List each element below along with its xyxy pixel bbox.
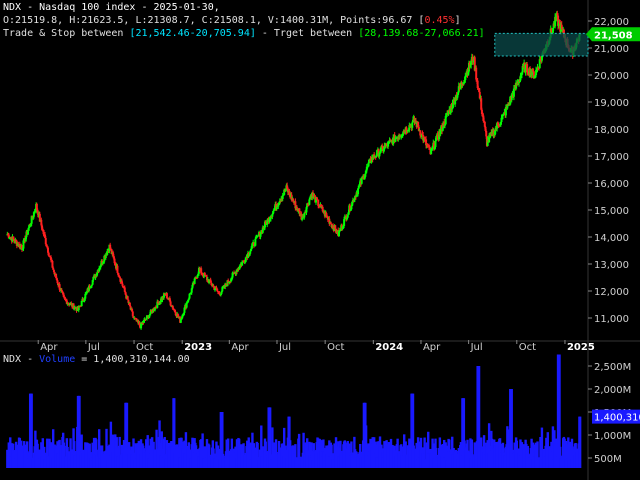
candle-body: [454, 100, 457, 105]
volume-label: Volume: [39, 354, 76, 365]
y-tick-label: 18,000: [594, 125, 629, 136]
candle-body: [116, 265, 119, 273]
volume-bar: [578, 416, 582, 468]
change-percent: 0.45%: [424, 15, 455, 26]
candle-body: [27, 227, 30, 231]
trade-stop-range: [21,542.46-20,705.94]: [129, 28, 256, 39]
candle-body: [411, 122, 414, 128]
volume-prefix: NDX -: [3, 354, 40, 365]
x-tick-label: 2025: [567, 342, 595, 353]
candle-body: [535, 70, 538, 76]
candle-body: [441, 128, 444, 131]
y-tick-label: 12,000: [594, 287, 629, 298]
y-tick-label: 21,000: [594, 44, 629, 55]
chart-canvas[interactable]: Apr Jul Oct 2023 Apr Jul Oct 2024 Apr Jul Oct 2025 1…: [0, 0, 640, 480]
candle-body: [196, 275, 199, 278]
x-tick-label: Apr: [423, 342, 441, 353]
y-tick-label: 19,000: [594, 98, 629, 109]
trade-stop-zone: [494, 32, 589, 57]
candle-body: [295, 206, 298, 209]
last-price-label: 21,508: [594, 30, 633, 41]
volume-value-label: 1,400,310,144: [594, 413, 640, 424]
chart-title: NDX - Nasdaq 100 index - 2025-01-30,: [3, 2, 220, 13]
ohlc-text: O:21519.8, H:21623.5, L:21308.7, C:21508…: [3, 15, 419, 26]
candle-body: [52, 267, 55, 270]
x-tick-label: 2023: [184, 342, 212, 353]
x-tick-label: Oct: [136, 342, 153, 353]
candle-body: [126, 296, 129, 300]
x-tick-label: 2024: [375, 342, 403, 353]
candle-body: [475, 67, 478, 80]
candle-body: [375, 155, 378, 157]
candle-body: [47, 252, 50, 256]
target-range: [28,139.68-27,066.21]: [358, 28, 485, 39]
candle-body: [498, 125, 501, 127]
candle-body: [281, 195, 284, 199]
volume-tick-label: 2,500M: [594, 362, 631, 373]
candle-body: [44, 237, 47, 245]
candle-body: [165, 293, 168, 299]
trade-stop-label: Trade & Stop between: [3, 28, 130, 39]
y-tick-label: 20,000: [594, 71, 629, 82]
x-tick-label: Oct: [519, 342, 536, 353]
y-tick-label: 22,000: [594, 17, 629, 28]
ohlc-line: O:21519.8, H:21623.5, L:21308.7, C:21508…: [3, 15, 461, 26]
candle-body: [364, 173, 367, 177]
x-tick-label: Jul: [87, 342, 100, 353]
candle-body: [292, 198, 295, 202]
volume-tick-label: 1,000M: [594, 431, 631, 442]
candle-body: [36, 209, 39, 213]
candle-body: [379, 152, 382, 154]
y-tick-label: 17,000: [594, 152, 629, 163]
x-tick-label: Oct: [327, 342, 344, 353]
candle-body: [244, 257, 247, 262]
volume-tick-label: 2,000M: [594, 385, 631, 396]
candle-body: [216, 288, 219, 291]
candle-body: [121, 283, 124, 287]
candle-body: [143, 320, 146, 323]
candle-body: [131, 311, 134, 317]
x-tick-label: Apr: [40, 342, 58, 353]
candle-body: [357, 188, 360, 195]
volume-bar: [30, 393, 33, 468]
candle-body: [519, 75, 522, 81]
x-tick-label: Apr: [231, 342, 249, 353]
volume-value: = 1,400,310,144.00: [75, 354, 190, 365]
candle-body: [308, 199, 311, 205]
target-label: - Trget between: [255, 28, 359, 39]
candle-body: [357, 185, 360, 189]
chart-window: Apr Jul Oct 2023 Apr Jul Oct 2024 Apr Jul Oct 2025 1…: [0, 0, 640, 480]
y-tick-label: 11,000: [594, 314, 629, 325]
candle-body: [241, 262, 244, 266]
candle-body: [123, 287, 126, 292]
candle-body: [254, 238, 257, 246]
y-tick-label: 16,000: [594, 179, 629, 190]
candle-body: [350, 206, 353, 210]
candle-body: [329, 222, 332, 224]
candle-body: [249, 251, 252, 254]
candle-body: [485, 130, 488, 137]
x-tick-label: Jul: [278, 342, 291, 353]
candle-body: [200, 268, 203, 274]
candle-body: [169, 301, 172, 306]
volume-tick-label: 500M: [594, 454, 622, 465]
candle-body: [346, 214, 349, 218]
x-tick-label: Jul: [470, 342, 483, 353]
y-tick-label: 15,000: [594, 206, 629, 217]
y-tick-label: 14,000: [594, 233, 629, 244]
candle-body: [22, 240, 25, 249]
candle-body: [26, 230, 29, 235]
candle-body: [434, 140, 437, 147]
trade-target-line: Trade & Stop between [21,542.46-20,705.9…: [3, 28, 485, 39]
volume-header: NDX - Volume = 1,400,310,144.00: [3, 354, 190, 365]
y-tick-label: 13,000: [594, 260, 629, 271]
title-text: NDX - Nasdaq 100 index - 2025-01-30,: [3, 2, 220, 13]
candle-body: [512, 88, 515, 97]
